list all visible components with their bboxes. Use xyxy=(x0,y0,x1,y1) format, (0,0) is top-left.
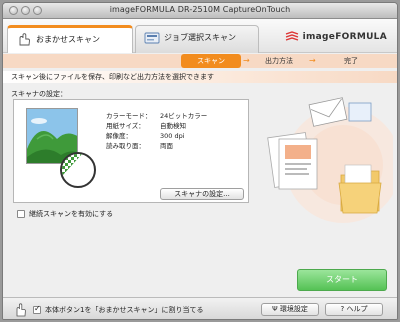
continuous-scan-checkbox-row[interactable]: 継続スキャンを有効にする xyxy=(17,209,113,219)
setting-color-mode: カラーモード： 24ビットカラー xyxy=(106,112,208,120)
assign-button-label: 本体ボタン1を「おまかせスキャン」に割り当てる xyxy=(45,306,204,314)
tab-strip: おまかせスキャン ジョブ選択スキャン imageFORMULA xyxy=(3,19,397,53)
scanner-settings-button[interactable]: スキャナの設定... xyxy=(160,188,244,200)
bottom-bar: 本体ボタン1を「おまかせスキャン」に割り当てる Ψ 環境設定 ? ヘルプ xyxy=(3,297,397,319)
setting-paper-size: 用紙サイズ： 自動検知 xyxy=(106,122,186,130)
scanner-settings-label: スキャナの設定： xyxy=(11,90,67,98)
hand-scan-icon xyxy=(19,33,30,46)
step-complete: 完了 xyxy=(344,57,358,65)
documents-icon xyxy=(267,132,318,190)
title-bar: imageFORMULA DR-2510M CaptureOnTouch xyxy=(3,3,397,19)
assign-button-checkbox[interactable] xyxy=(33,304,41,314)
tab-label: おまかせスキャン xyxy=(36,35,100,44)
tab-job-select-scan[interactable]: ジョブ選択スキャン xyxy=(135,25,259,53)
setting-scan-side: 読み取り面： 両面 xyxy=(106,142,173,150)
help-button[interactable]: ? ヘルプ xyxy=(325,303,383,316)
continuous-scan-label: 継続スキャンを有効にする xyxy=(29,210,114,218)
job-list-icon xyxy=(144,32,160,44)
start-button[interactable]: スタート xyxy=(297,269,387,291)
window-title: imageFORMULA DR-2510M CaptureOnTouch xyxy=(109,5,291,14)
settings-icon: Ψ xyxy=(272,305,280,313)
tab-omakase-scan[interactable]: おまかせスキャン xyxy=(7,25,133,53)
step-indicator: スキャン → 出力方法 → 完了 xyxy=(3,54,397,68)
continuous-scan-checkbox[interactable] xyxy=(17,210,25,218)
preferences-button[interactable]: Ψ 環境設定 xyxy=(261,303,319,316)
step-scan: スキャン xyxy=(181,54,241,68)
brand-logo: imageFORMULA xyxy=(285,29,387,45)
output-illustration xyxy=(267,97,393,223)
zoom-preview-icon xyxy=(60,152,96,188)
imageformula-logo-icon xyxy=(285,31,298,41)
step-arrow-icon: → xyxy=(309,56,316,65)
step-output: 出力方法 xyxy=(265,57,293,65)
hand-button-icon xyxy=(16,303,26,317)
folder-icon xyxy=(338,164,382,214)
scanner-settings-panel: カラーモード： 24ビットカラー 用紙サイズ： 自動検知 解像度： 300 dpi 読… xyxy=(13,99,249,203)
tab-label: ジョブ選択スキャン xyxy=(164,33,236,42)
assign-button-checkbox-row[interactable]: 本体ボタン1を「おまかせスキャン」に割り当てる xyxy=(33,304,204,315)
logo-text: imageFORMULA xyxy=(302,32,387,42)
instruction-banner: スキャン後にファイルを保存、印刷など出力方法を選択できます xyxy=(3,71,397,83)
step-arrow-icon: → xyxy=(243,56,250,65)
setting-resolution: 解像度： 300 dpi xyxy=(106,132,185,140)
app-window: imageFORMULA DR-2510M CaptureOnTouch おまか… xyxy=(2,2,398,320)
